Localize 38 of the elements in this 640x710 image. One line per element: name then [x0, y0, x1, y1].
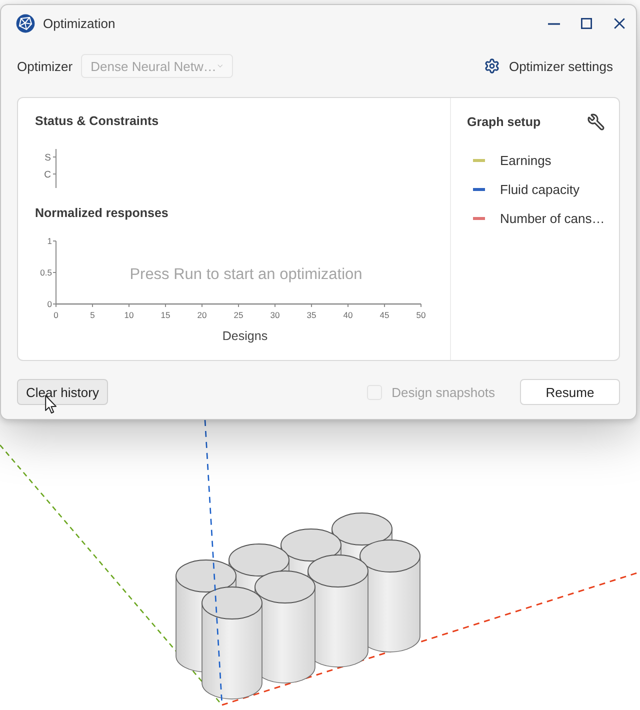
axis-tick-label: 0 — [54, 310, 58, 320]
close-icon — [614, 18, 625, 29]
design-snapshots-label: Design snapshots — [392, 384, 495, 400]
axis-tick-label: 45 — [380, 310, 390, 320]
axis-tick-label: 10 — [124, 310, 134, 320]
optimizer-label: Optimizer — [17, 58, 73, 74]
section-heading: Status & Constraints — [35, 113, 159, 129]
axis-tick-label: 50 — [416, 310, 426, 320]
y-axis — [52, 240, 56, 304]
axis-tick-label: 35 — [306, 310, 316, 320]
settings-icon — [484, 58, 500, 74]
legend-label: Earnings — [500, 152, 552, 168]
legend-label: Fluid capacity — [500, 182, 580, 196]
axis-tick-label: 30 — [270, 310, 280, 320]
resume-button[interactable]: Resume — [520, 379, 620, 405]
axis-tick-label: 0 — [47, 299, 52, 309]
axis-title: Designs — [222, 329, 268, 343]
axis-tick-label: 0.5 — [40, 268, 52, 278]
axis-tick-label: 15 — [160, 310, 170, 320]
axis-tick-label: 40 — [343, 310, 353, 320]
axis-tick-label: 1 — [47, 236, 52, 246]
row-label: S — [44, 152, 51, 164]
axis-tick-label: 25 — [234, 310, 244, 320]
optimizer-settings-button[interactable]: Optimizer settings — [484, 58, 620, 74]
clear-history-button[interactable]: Clear history — [17, 379, 108, 405]
status-axis — [52, 148, 56, 188]
section-heading: Normalized responses — [35, 205, 168, 221]
section-heading: Graph setup — [467, 114, 541, 130]
legend-label: Number of cans… — [500, 210, 605, 226]
minimize-icon — [548, 22, 560, 24]
window-title: Optimization — [43, 16, 116, 31]
row-label: C — [44, 170, 51, 180]
wrench-icon[interactable] — [586, 113, 605, 131]
maximize-icon — [581, 18, 592, 29]
axis-tick-label: 20 — [197, 310, 207, 320]
axis-tick-label: 5 — [90, 310, 95, 320]
globe-icon — [16, 14, 35, 33]
chart-empty-message: Press Run to start an optimization — [130, 266, 362, 283]
